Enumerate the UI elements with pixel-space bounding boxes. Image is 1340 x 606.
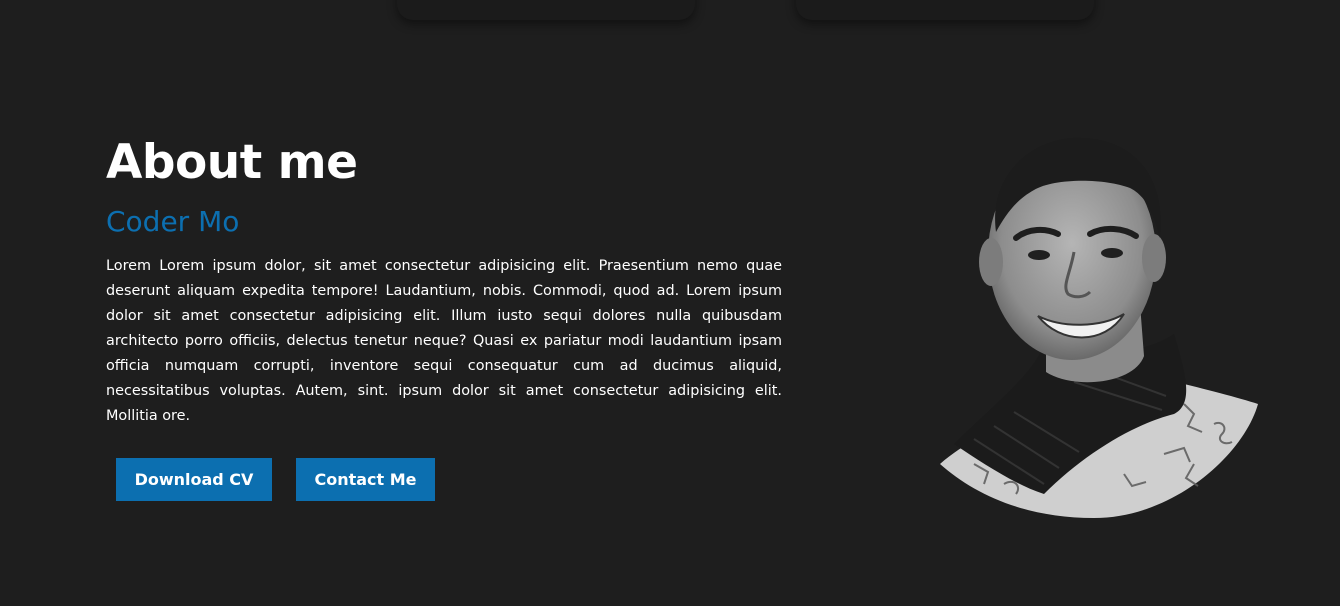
- profile-photo: [940, 137, 1258, 518]
- about-description: Lorem Lorem ipsum dolor, sit amet consec…: [106, 258, 782, 424]
- about-text-block: About me Coder Mo Lorem Lorem ipsum dolo…: [106, 132, 782, 429]
- action-buttons: Download CV Contact Me: [116, 458, 435, 501]
- service-card: [397, 0, 695, 20]
- about-section: About me Coder Mo Lorem Lorem ipsum dolo…: [0, 0, 1340, 606]
- about-title: About me: [106, 135, 358, 190]
- about-subtitle: Coder Mo: [106, 205, 240, 238]
- download-cv-button[interactable]: Download CV: [116, 458, 272, 501]
- contact-me-button[interactable]: Contact Me: [296, 458, 435, 501]
- service-card: [796, 0, 1094, 20]
